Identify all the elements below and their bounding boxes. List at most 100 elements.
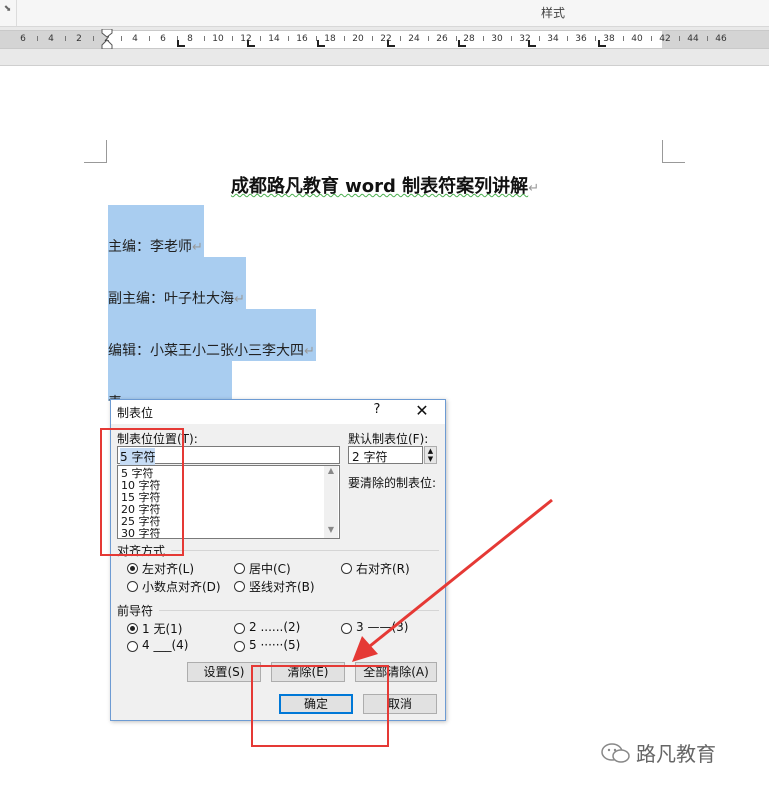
ruler-number: 4: [48, 34, 54, 44]
document-line[interactable]: 副主编：叶子杜大海↵: [108, 289, 245, 310]
spin-stepper-icon[interactable]: ▲ ▼: [424, 446, 437, 464]
tab-stop-marker[interactable]: [458, 40, 466, 47]
group-divider: [171, 550, 439, 551]
radio-align-left[interactable]: [127, 563, 138, 574]
ruler-number: 44: [687, 34, 699, 44]
ruler-tick: [511, 36, 512, 41]
ruler-number: 4: [132, 34, 138, 44]
paragraph-mark: ↵: [234, 292, 245, 307]
default-tab-input[interactable]: 2 字符: [348, 446, 423, 464]
ruler-tick: [344, 36, 345, 41]
ruler-tick: [372, 36, 373, 41]
ruler-number: 10: [212, 34, 224, 44]
ruler-number: 20: [352, 34, 364, 44]
leader-group-label: 前导符: [117, 604, 154, 618]
ruler-number: 30: [491, 34, 503, 44]
crop-mark-top-left: [84, 140, 107, 163]
ruler-number: 46: [715, 34, 727, 44]
styles-group-label: 样式: [540, 6, 565, 20]
tab-stop-marker[interactable]: [598, 40, 606, 47]
document-line[interactable]: 主编：李老师↵: [108, 237, 203, 258]
ruler-tick: [707, 36, 708, 41]
line-text: 副主编：叶子杜大海: [108, 291, 234, 307]
annotation-box-tab-list: [100, 428, 184, 556]
tab-stop-marker[interactable]: [177, 40, 185, 47]
ruler-tick: [65, 36, 66, 41]
radio-label[interactable]: 2 ......(2): [249, 620, 300, 634]
radio-label[interactable]: 左对齐(L): [142, 560, 194, 577]
selection-block-4: [108, 361, 232, 401]
ruler-number: 42: [659, 34, 671, 44]
crop-mark-top-right: [662, 140, 685, 163]
wechat-logo-icon: [601, 743, 630, 763]
radio-label[interactable]: 居中(C): [249, 560, 291, 577]
scroll-down-icon[interactable]: ▼: [324, 525, 338, 537]
document-title[interactable]: 成都路凡教育 word 制表符案列讲解↵: [100, 172, 670, 198]
radio-align-bar[interactable]: [234, 581, 245, 592]
ruler-tick: [93, 36, 94, 41]
dialog-titlebar[interactable]: [111, 400, 445, 424]
radio-align-center[interactable]: [234, 563, 245, 574]
radio-label[interactable]: 小数点对齐(D): [142, 578, 221, 595]
tab-stop-marker[interactable]: [528, 40, 536, 47]
radio-label[interactable]: 4 ___(4): [142, 638, 188, 652]
watermark-text: 路凡教育: [636, 742, 716, 766]
default-tab-label: 默认制表位(F):: [348, 432, 429, 446]
radio-leader-middot[interactable]: [234, 641, 245, 652]
ruler-number: 18: [324, 34, 336, 44]
ruler-number: 6: [20, 34, 26, 44]
ruler-tick: [149, 36, 150, 41]
line-text: 主编：李老师: [108, 239, 192, 255]
default-tab-value: 2 字符: [352, 450, 388, 464]
ruler-tick: [288, 36, 289, 41]
ruler-number: 24: [408, 34, 420, 44]
ribbon-divider: [16, 0, 17, 26]
tab-stop-marker[interactable]: [387, 40, 395, 47]
radio-leader-dash[interactable]: [341, 623, 352, 634]
radio-align-decimal[interactable]: [127, 581, 138, 592]
group-divider: [159, 610, 439, 611]
document-title-text: 成都路凡教育 word 制表符案列讲解: [230, 176, 529, 197]
ruler-tick: [400, 36, 401, 41]
ruler-tick: [232, 36, 233, 41]
radio-label[interactable]: 右对齐(R): [356, 560, 410, 577]
dialog-title: 制表位: [117, 406, 154, 420]
ruler-number: 26: [436, 34, 448, 44]
radio-align-right[interactable]: [341, 563, 352, 574]
close-icon[interactable]: ✕: [412, 401, 432, 420]
tab-stop-marker[interactable]: [247, 40, 255, 47]
paragraph-mark: ↵: [192, 240, 203, 255]
ruler-tick: [483, 36, 484, 41]
ruler-number: 2: [76, 34, 82, 44]
clear-tabs-label: 要清除的制表位:: [348, 476, 437, 490]
indent-marker-icon[interactable]: [101, 29, 113, 49]
ruler-tick: [623, 36, 624, 41]
tab-stop-marker[interactable]: [317, 40, 325, 47]
ruler-number: 8: [187, 34, 193, 44]
scroll-up-icon[interactable]: ▲: [324, 466, 338, 478]
ruler-tick: [679, 36, 680, 41]
radio-label[interactable]: 3 ——(3): [356, 620, 408, 634]
radio-leader-dots[interactable]: [234, 623, 245, 634]
document-line[interactable]: 编辑：小菜王小二张小三李大四↵: [108, 341, 315, 362]
help-icon[interactable]: ?: [370, 402, 384, 417]
ruler-tick: [260, 36, 261, 41]
ruler-number: 40: [631, 34, 643, 44]
radio-label[interactable]: 5 ······(5): [249, 638, 300, 652]
ruler-tick: [567, 36, 568, 41]
set-button[interactable]: 设置(S): [187, 662, 261, 682]
radio-label[interactable]: 竖线对齐(B): [249, 578, 315, 595]
ruler-number: 14: [268, 34, 280, 44]
radio-leader-underline[interactable]: [127, 641, 138, 652]
radio-leader-none[interactable]: [127, 623, 138, 634]
radio-label[interactable]: 1 无(1): [142, 620, 182, 637]
ruler-tick: [204, 36, 205, 41]
annotation-box-ok: [251, 665, 389, 747]
ruler-number: 16: [296, 34, 308, 44]
ruler-number: 6: [160, 34, 166, 44]
ruler-number: 36: [575, 34, 587, 44]
ruler-tick: [651, 36, 652, 41]
line-text: 编辑：小菜王小二张小三李大四: [108, 343, 304, 359]
dialog-launcher-icon[interactable]: ⬊: [2, 4, 13, 15]
ruler-number: 34: [547, 34, 559, 44]
